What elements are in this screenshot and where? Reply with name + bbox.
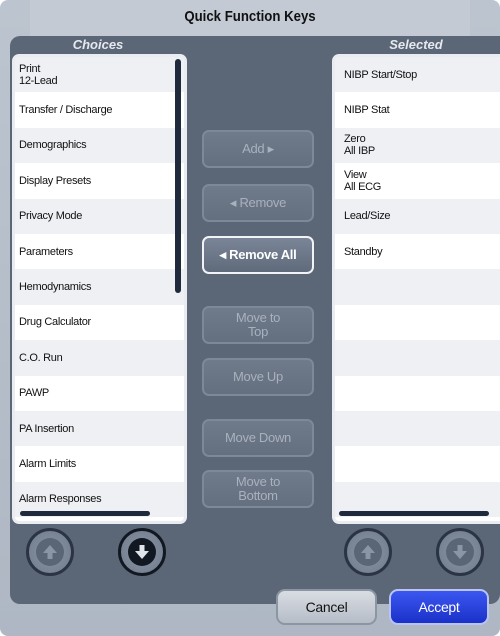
choices-list[interactable]: Print 12-Lead Transfer / Discharge Demog… — [12, 54, 187, 524]
accept-button[interactable]: Accept — [389, 589, 489, 625]
arrow-up-icon — [354, 538, 382, 566]
choices-header: Choices — [72, 37, 124, 52]
selected-list[interactable]: NIBP Start/Stop NIBP Stat Zero All IBP V… — [332, 54, 500, 524]
quick-function-keys-dialog: Quick Function Keys Choices Selected Pri… — [0, 0, 500, 636]
list-item[interactable]: Demographics — [15, 127, 184, 164]
selected-horizontal-scrollbar[interactable] — [339, 511, 489, 516]
move-up-button[interactable]: Move Up — [202, 358, 314, 396]
remove-all-button[interactable]: ◂ Remove All — [202, 236, 314, 274]
move-to-bottom-button[interactable]: Move to Bottom — [202, 470, 314, 508]
list-item[interactable]: Standby — [335, 233, 500, 270]
list-item[interactable] — [335, 446, 500, 482]
move-to-top-button[interactable]: Move to Top — [202, 306, 314, 344]
list-item[interactable]: View All ECG — [335, 163, 500, 199]
list-item[interactable] — [335, 304, 500, 341]
selected-scroll-down-button[interactable] — [436, 528, 484, 576]
list-item[interactable]: Zero All IBP — [335, 127, 500, 164]
dialog-title: Quick Function Keys — [30, 0, 470, 36]
list-item[interactable] — [335, 410, 500, 447]
list-item[interactable]: PA Insertion — [15, 410, 184, 447]
list-item[interactable]: NIBP Start/Stop — [335, 57, 500, 93]
list-item[interactable] — [335, 340, 500, 376]
list-item[interactable]: Drug Calculator — [15, 304, 184, 341]
editor-panel: Choices Selected Print 12-Lead Transfer … — [10, 36, 500, 604]
list-item[interactable]: Transfer / Discharge — [15, 92, 184, 128]
selected-header: Selected — [389, 37, 443, 52]
list-item[interactable]: Hemodynamics — [15, 269, 184, 305]
cancel-button[interactable]: Cancel — [276, 589, 377, 625]
list-item[interactable]: Privacy Mode — [15, 198, 184, 234]
list-item[interactable]: Lead/Size — [335, 198, 500, 234]
list-item[interactable]: Display Presets — [15, 163, 184, 199]
list-item[interactable]: PAWP — [15, 375, 184, 411]
arrow-down-icon — [128, 538, 156, 566]
arrow-up-icon — [36, 538, 64, 566]
add-button[interactable]: Add ▸ — [202, 130, 314, 168]
arrow-down-icon — [446, 538, 474, 566]
choices-vertical-scrollbar[interactable] — [175, 59, 181, 293]
choices-scroll-up-button[interactable] — [26, 528, 74, 576]
choices-horizontal-scrollbar[interactable] — [20, 511, 150, 516]
list-item[interactable] — [335, 375, 500, 411]
list-item[interactable]: Parameters — [15, 233, 184, 270]
remove-button[interactable]: ◂ Remove — [202, 184, 314, 222]
list-item[interactable] — [335, 269, 500, 305]
choices-scroll-down-button[interactable] — [118, 528, 166, 576]
move-down-button[interactable]: Move Down — [202, 419, 314, 457]
list-item[interactable]: C.O. Run — [15, 340, 184, 376]
list-item[interactable]: Print 12-Lead — [15, 57, 184, 93]
list-item[interactable]: NIBP Stat — [335, 92, 500, 128]
selected-scroll-up-button[interactable] — [344, 528, 392, 576]
list-item[interactable]: Alarm Limits — [15, 446, 184, 482]
